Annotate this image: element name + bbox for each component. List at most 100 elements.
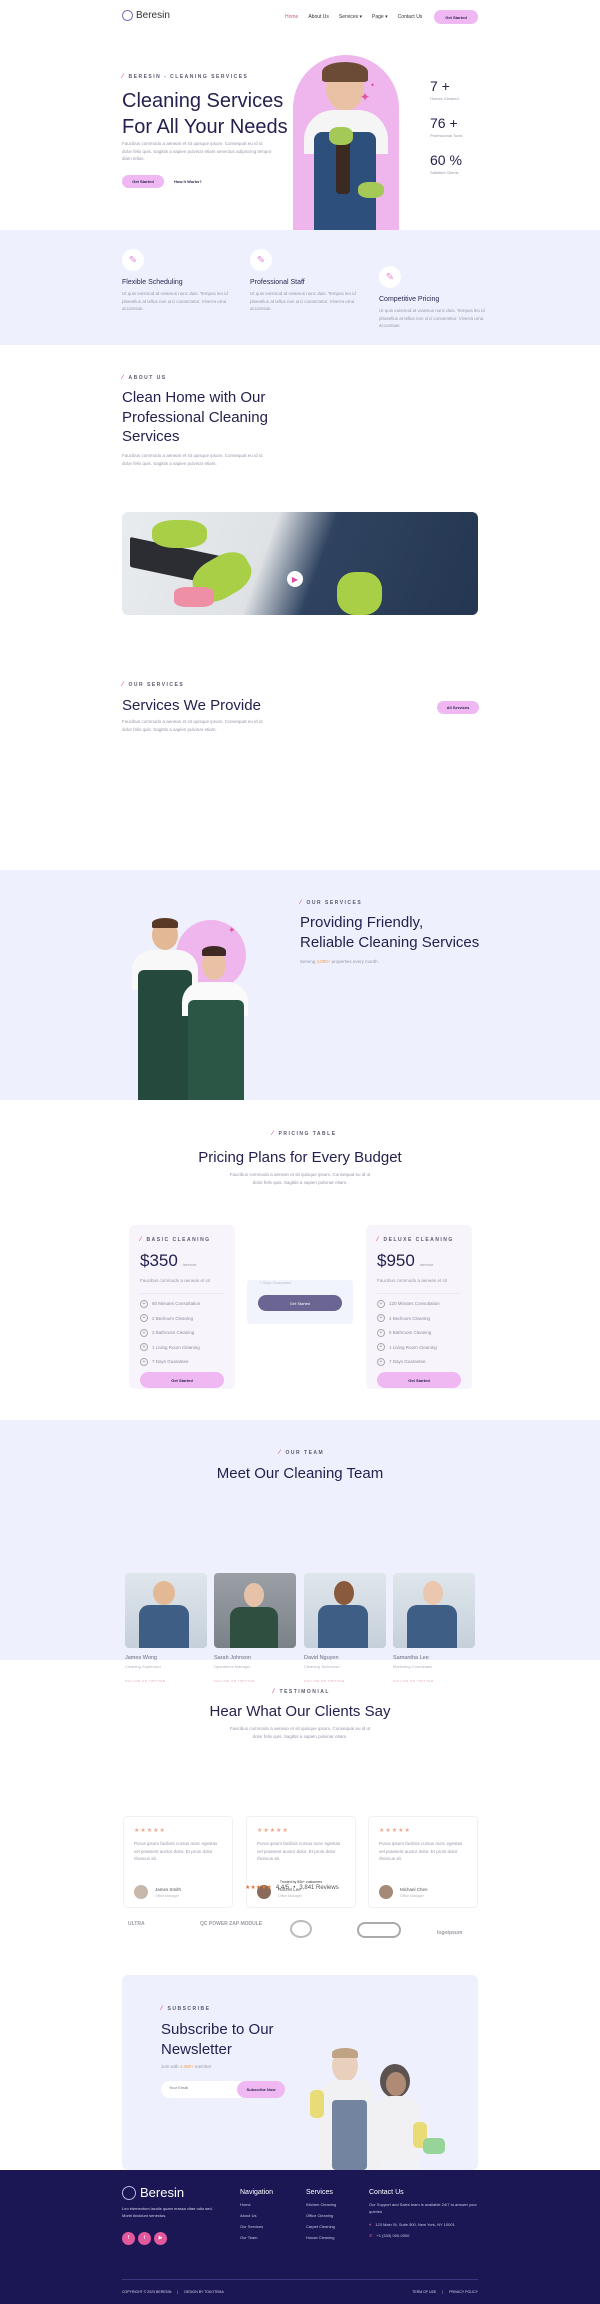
providing-text: Serving 4.000+ properties every month. [300,959,379,964]
footer-link[interactable]: Our Services [240,2224,273,2229]
team-member: Sarah Johnson Operations Manager FOLLOW … [214,1573,296,1683]
hero-get-started-button[interactable]: Get Started [122,175,164,188]
nav-services[interactable]: Services ▾ [339,14,362,20]
logo-icon [122,10,133,21]
pricing-icon: ✎ [379,266,401,288]
footer-nav-column: Navigation Home About Us Our Services Ou… [240,2189,274,2240]
brush-icon: ⁄ [122,375,125,381]
footer: Beresin Leo elementum iaculis quam massa… [0,2170,600,2304]
newsletter-form: Subscribe Now [161,2081,285,2098]
feature-card: ✎ Professional Staff Ut quis euismod at … [250,249,360,313]
youtube-icon[interactable]: ▶ [154,2231,167,2245]
twitter-icon[interactable]: t [138,2231,151,2245]
member-photo [125,1573,207,1648]
hero-stats: 7 + Homes Cleaned 76 + Professional Tools … [430,78,462,189]
logo-icon [122,2185,136,2200]
logo-text: Beresin [136,10,170,21]
member-photo [393,1573,475,1648]
nav-home[interactable]: Home [285,14,298,20]
basic-get-started-button[interactable]: Get Started [140,1372,224,1389]
footer-link[interactable]: Office Cleaning [306,2213,336,2218]
footer-link[interactable]: Our Team [240,2235,273,2240]
team-eyebrow: ⁄ OUR TEAM [279,1450,325,1456]
logo[interactable]: Beresin [122,10,170,21]
testimonial-text: Faucibus commodo a aenean et sit quisque… [229,1726,371,1739]
hero-eyebrow: ⁄ BERESIN - CLEANING SERVICES [122,74,249,80]
hero-text: Faucibus commodo a aenean et sit quisque… [122,141,272,162]
team-member: David Nguyen Cleaning Technician FOLLOW … [304,1573,386,1683]
newsletter-eyebrow: ⁄ SUBSCRIBE [161,2006,211,2012]
pricing-text: Faucibus commodo a aenean et sit quisque… [229,1172,371,1185]
footer-logo[interactable]: Beresin [122,2185,184,2200]
avatar [134,1885,148,1899]
footer-link[interactable]: House Cleaning [306,2235,336,2240]
nav-contact[interactable]: Contact Us [398,14,423,20]
nav-about[interactable]: About Us [308,14,329,20]
newsletter-title: Subscribe to Our Newsletter [161,2021,274,2058]
testimonial-title: Hear What Our Clients Say [209,1703,391,1720]
newsletter-cleaners-image [310,2048,460,2170]
brush-icon: ⁄ [377,1237,380,1243]
brush-icon: ⁄ [273,1689,276,1695]
facebook-icon[interactable]: f [122,2231,135,2245]
terms-link[interactable]: TERM OF USE [412,2290,436,2294]
stat-tools: 76 + Professional Tools [430,115,463,138]
brush-icon: ⁄ [272,1131,275,1137]
feature-list: 120 Minutes Consultation 4 Bedroom Clean… [377,1292,461,1366]
feature-card: ✎ Flexible Scheduling Ut quis euismod at… [122,249,232,313]
footer-services-column: Services Kitchen Cleaning Office Cleanin… [306,2189,337,2240]
footer-legal: TERM OF USE | PRIVACY POLICY [412,2290,478,2294]
team-member: Samantha Lee Marketing Coordinator FOLLO… [393,1573,475,1683]
how-it-works-link[interactable]: How it Works? [174,179,202,184]
providing-title: Providing Friendly, Reliable Cleaning Se… [300,914,480,951]
footer-link[interactable]: About Us [240,2213,273,2218]
subscribe-button[interactable]: Subscribe Now [237,2081,285,2098]
pricing-eyebrow: ⁄ PRICING TABLE [272,1131,337,1137]
footer-divider [122,2279,478,2280]
testimonial-card: ★★★★★ Purus ipsum facilisis cursus nunc … [368,1816,478,1908]
partner-logo-ultra: ULTRA [128,1921,145,1927]
about-text: Faucibus commodo a aenean et sit quisque… [122,453,263,466]
cloth-shape [174,587,214,607]
partner-logo-award [290,1920,312,1938]
email-input[interactable] [169,2085,229,2090]
rating-stars: ★★★★★ [245,1885,272,1891]
member-photo [214,1573,296,1648]
about-title: Clean Home with Our Professional Cleanin… [122,389,268,445]
footer-link[interactable]: Carpet Cleaning [306,2224,336,2229]
twitter-link[interactable]: FOLLOW ON TWITTER [214,1679,296,1683]
location-icon: ⌖ [369,2221,372,2227]
team-title: Meet Our Cleaning Team [216,1465,384,1482]
brush-icon: ⁄ [122,682,125,688]
team-member: James Wong Cleaning Supervisor FOLLOW ON… [125,1573,207,1683]
about-eyebrow: ⁄ ABOUT US [122,375,167,381]
rating-stars: ★★★★★ [257,1828,289,1834]
header-get-started-button[interactable]: Get Started [434,10,478,24]
standard-get-started-button[interactable]: Get Started [258,1295,342,1311]
feature-card: ✎ Competitive Pricing Ut quis euismod at… [379,266,489,330]
footer-link[interactable]: Home [240,2202,273,2207]
sparkle-icon-small: ✦ [370,83,376,89]
team-section [0,1420,600,1660]
twitter-link[interactable]: FOLLOW ON TWITTER [393,1679,475,1683]
play-button[interactable]: ▶ [287,571,303,587]
all-services-button[interactable]: All Services [437,701,479,714]
play-icon: ▶ [291,574,299,584]
partner-logo-global [357,1922,401,1938]
feature-list: 60 Minutes Consultation 2 Bedroom Cleani… [140,1292,224,1366]
social-links: f t ▶ [122,2226,170,2245]
footer-about: Leo elementum iaculis quam massa vitae o… [122,2206,213,2219]
privacy-link[interactable]: PRIVACY POLICY [449,2290,478,2294]
pricing-card-deluxe: ⁄ DELUXE CLEANING $950 /service Faucibus … [366,1225,472,1389]
deluxe-get-started-button[interactable]: Get Started [377,1372,461,1389]
cleaning-duo-image [130,918,250,1100]
testimonial-eyebrow: ⁄ TESTIMONIAL [273,1689,330,1695]
twitter-link[interactable]: FOLLOW ON TWITTER [304,1679,386,1683]
footer-link[interactable]: Kitchen Cleaning [306,2202,336,2207]
twitter-link[interactable]: FOLLOW ON TWITTER [125,1679,207,1683]
staff-icon: ✎ [250,249,272,271]
brush-icon: ⁄ [140,1237,143,1243]
video-thumbnail[interactable] [122,512,478,615]
nav-page[interactable]: Page ▾ [372,14,388,20]
brush-icon: ⁄ [122,74,125,80]
